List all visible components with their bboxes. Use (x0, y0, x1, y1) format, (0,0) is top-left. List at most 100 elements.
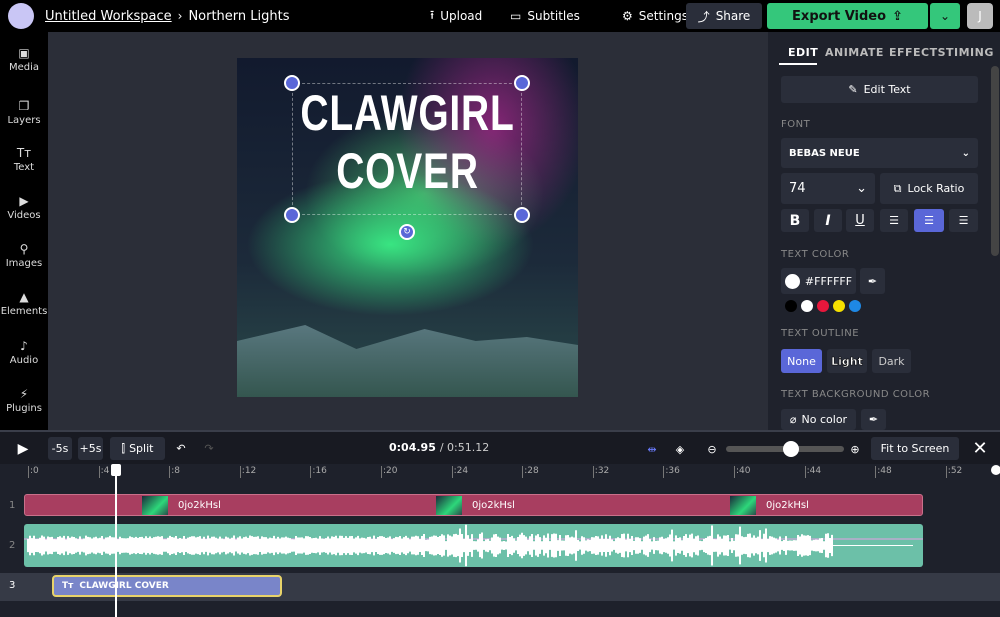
align-center-button[interactable]: ☰ (914, 209, 944, 232)
bold-icon: B (790, 213, 801, 229)
audio-clip[interactable] (24, 524, 923, 567)
track-number: 2 (9, 540, 15, 551)
text-color-label: TEXT COLOR (781, 249, 849, 260)
tab-timing[interactable]: TIMING (946, 46, 994, 59)
upload-button[interactable]: ⭱Upload (430, 0, 482, 32)
zoom-in-button[interactable]: ⊕ (846, 438, 864, 460)
swatch-black[interactable] (785, 300, 797, 312)
color-swatch-current (785, 274, 800, 289)
plugin-icon: ⚡ (0, 387, 48, 401)
playhead-handle[interactable] (111, 464, 121, 476)
align-left-button[interactable]: ☰ (880, 209, 908, 232)
sidebar-item-audio[interactable]: ♪Audio (0, 339, 48, 366)
user-avatar[interactable]: J (967, 3, 993, 29)
italic-icon: I (825, 213, 830, 229)
outline-light-button[interactable]: Light (827, 349, 867, 373)
panel-scrollbar[interactable] (991, 66, 999, 256)
zoom-out-button[interactable]: ⊖ (703, 438, 721, 460)
snap-toggle[interactable]: ⇹ (640, 438, 664, 460)
play-button[interactable]: ▶ (12, 438, 34, 460)
export-video-button[interactable]: Export Video⇪ (767, 3, 928, 29)
sidebar-item-layers[interactable]: ❐Layers (0, 99, 48, 126)
bold-button[interactable]: B (781, 209, 809, 232)
tab-animate[interactable]: ANIMATE (825, 46, 884, 59)
edit-text-button[interactable]: ✎Edit Text (781, 76, 978, 103)
split-button[interactable]: ⫿Split (110, 437, 165, 460)
avatar-logo[interactable] (8, 3, 34, 29)
canvas-text-line1: CLAWGIRL (275, 84, 541, 142)
font-select[interactable]: BEBAS NEUE⌄ (781, 138, 978, 168)
project-title[interactable]: Northern Lights (188, 9, 289, 24)
align-right-button[interactable]: ☰ (949, 209, 978, 232)
subtitles-button[interactable]: ▭Subtitles (510, 0, 580, 32)
clip-label: 0jo2kHsl (472, 500, 515, 511)
resize-handle[interactable] (514, 207, 530, 223)
workspace-link[interactable]: Untitled Workspace (45, 9, 172, 24)
ruler-tick: :12 (240, 466, 256, 478)
undo-button[interactable]: ↶ (172, 437, 190, 460)
active-tab-indicator (779, 63, 817, 65)
sidebar-item-videos[interactable]: ▶Videos (0, 194, 48, 221)
text-clip[interactable]: TтCLAWGIRL COVER (52, 575, 282, 597)
tab-effects[interactable]: EFFECTS (889, 46, 946, 59)
ruler-tick: :48 (875, 466, 891, 478)
ruler-tick: :0 (28, 466, 39, 478)
fit-label: Fit to Screen (881, 442, 950, 455)
video-clip[interactable]: 0jo2kHsl 0jo2kHsl 0jo2kHsl (24, 494, 923, 516)
sidebar-item-media[interactable]: ▣Media (0, 46, 48, 73)
sidebar-item-text[interactable]: Tт Text (0, 146, 48, 173)
sidebar-item-elements[interactable]: ▲Elements (0, 290, 48, 317)
resize-handle[interactable] (284, 207, 300, 223)
lock-ratio-button[interactable]: ⧉Lock Ratio (880, 173, 978, 204)
sidebar-label: Elements (1, 306, 48, 317)
playhead[interactable] (115, 464, 117, 617)
sidebar-label: Media (9, 62, 39, 73)
swatch-red[interactable] (817, 300, 829, 312)
canvas-image[interactable]: CLAWGIRL COVER ↻ (237, 58, 578, 397)
chevron-down-icon: ⌄ (856, 181, 867, 196)
outline-dark-button[interactable]: Dark (872, 349, 911, 373)
rotate-handle-icon[interactable]: ↻ (399, 224, 415, 240)
settings-button[interactable]: ⚙Settings (622, 0, 688, 32)
font-size-select[interactable]: 74⌄ (781, 173, 875, 204)
breadcrumb-separator: › (178, 9, 183, 23)
resize-handle[interactable] (284, 75, 300, 91)
bg-eyedropper-button[interactable]: ✒ (861, 409, 886, 430)
ruler-tick: :24 (452, 466, 468, 478)
canvas-text[interactable]: CLAWGIRL COVER (237, 84, 578, 200)
fit-to-screen-button[interactable]: Fit to Screen (871, 437, 959, 460)
current-time: 0:04.95 (389, 441, 436, 454)
rewind-5s-button[interactable]: -5s (48, 437, 72, 460)
snap-icon: ⇹ (647, 443, 656, 456)
zoom-slider[interactable] (726, 446, 844, 452)
clip-segment: 0jo2kHsl (142, 496, 221, 515)
close-timeline-button[interactable]: ✕ (968, 436, 992, 460)
underline-button[interactable]: U (846, 209, 874, 232)
swatch-blue[interactable] (849, 300, 861, 312)
outline-none-button[interactable]: None (781, 349, 822, 373)
split-view-toggle[interactable]: ◈ (670, 438, 690, 460)
sidebar-item-images[interactable]: ⚲Images (0, 242, 48, 269)
export-dropdown[interactable]: ⌄ (930, 3, 960, 29)
no-color-button[interactable]: ⌀No color (781, 409, 856, 430)
sidebar-label: Text (14, 162, 34, 173)
clip-label: 0jo2kHsl (178, 500, 221, 511)
clip-thumbnail (730, 496, 756, 515)
forward-5s-button[interactable]: +5s (78, 437, 103, 460)
underline-icon: U (855, 213, 865, 228)
timeline: ▶ -5s +5s ⫿Split ↶ ↷ 0:04.95/ 0:51.12 ⇹ … (0, 430, 1000, 615)
text-bg-color-label: TEXT BACKGROUND COLOR (781, 389, 930, 400)
tab-edit[interactable]: EDIT (788, 46, 818, 59)
eyedropper-button[interactable]: ✒ (860, 268, 885, 294)
text-color-picker[interactable]: #FFFFFF (781, 268, 856, 294)
swatch-yellow[interactable] (833, 300, 845, 312)
timeline-scroll-handle[interactable] (991, 465, 1000, 475)
swatch-white[interactable] (801, 300, 813, 312)
share-button[interactable]: ⤴Share (686, 3, 762, 29)
text-icon: Tт (0, 146, 48, 160)
sidebar-item-plugins[interactable]: ⚡Plugins (0, 387, 48, 414)
zoom-slider-thumb[interactable] (783, 441, 799, 457)
redo-button[interactable]: ↷ (200, 437, 218, 460)
italic-button[interactable]: I (814, 209, 842, 232)
resize-handle[interactable] (514, 75, 530, 91)
